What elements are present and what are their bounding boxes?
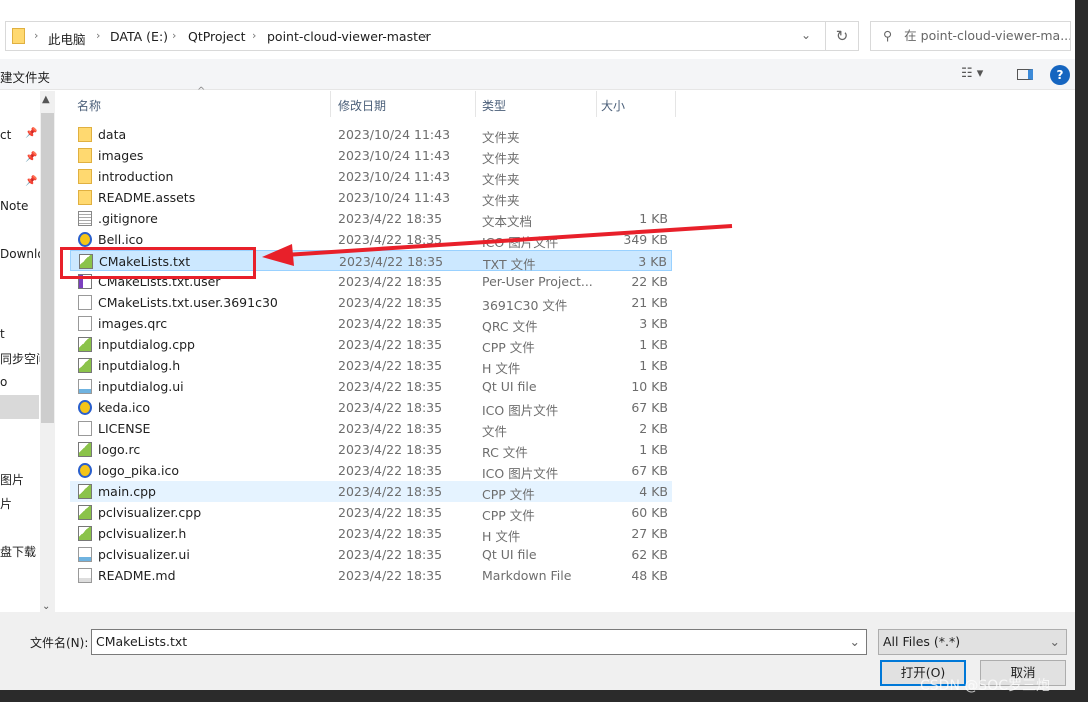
filename-value: CMakeLists.txt bbox=[96, 634, 188, 649]
filetype-select[interactable]: All Files (*.*) ⌄ bbox=[878, 629, 1067, 655]
annotation-arrow bbox=[262, 224, 733, 266]
filename-input[interactable]: CMakeLists.txt ⌄ bbox=[91, 629, 867, 655]
filename-label: 文件名(N): bbox=[30, 636, 89, 650]
filetype-value: All Files (*.*) bbox=[883, 634, 961, 649]
chevron-down-icon: ⌄ bbox=[1049, 634, 1060, 649]
chevron-down-icon[interactable]: ⌄ bbox=[850, 630, 860, 654]
background-strip bbox=[1075, 0, 1088, 702]
watermark: CSDN @SOC罗三炮 bbox=[920, 678, 1051, 694]
dialog-footer: 文件名(N): CMakeLists.txt ⌄ All Files (*.*) ⌄… bbox=[0, 612, 1075, 690]
